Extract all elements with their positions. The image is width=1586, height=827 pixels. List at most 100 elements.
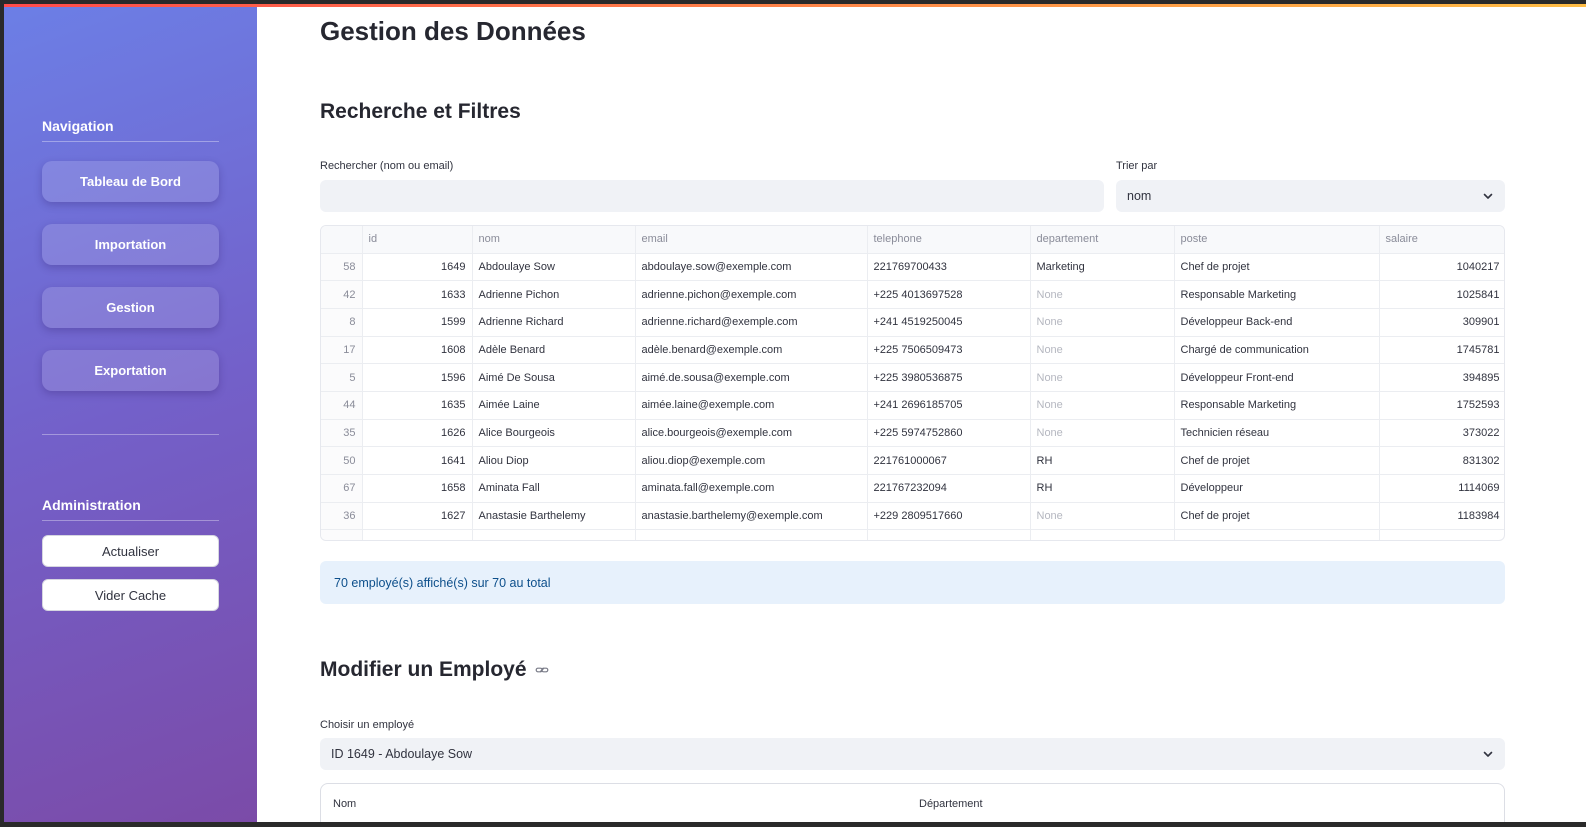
table-cell-poste: Responsable Marketing — [1174, 280, 1380, 309]
table-cell-telephone: 221761000067 — [867, 446, 1031, 475]
table-cell-id: 1626 — [362, 419, 473, 448]
table-row[interactable]: 58 1649 Abdoulaye Sow abdoulaye.sow@exemple… — [321, 253, 1504, 282]
sort-label: Trier par — [1116, 160, 1158, 172]
column-header-salaire[interactable]: salaire — [1379, 226, 1504, 254]
table-cell-id — [362, 529, 473, 540]
table-row[interactable]: 42 1633 Adrienne Pichon adrienne.pichon@exe… — [321, 280, 1504, 309]
edit-employee-form: Nom Département — [320, 783, 1505, 822]
table-cell-salaire: 831302 — [1379, 446, 1504, 475]
table-row[interactable]: 67 1658 Aminata Fall aminata.fall@exemple.c… — [321, 474, 1504, 503]
table-cell-index: 44 — [321, 391, 363, 420]
table-cell-email: adèle.benard@exemple.com — [635, 336, 868, 365]
table-cell-email — [635, 529, 868, 540]
table-cell-poste: Chef de projet — [1174, 446, 1380, 475]
table-cell-telephone: +241 4519250045 — [867, 308, 1031, 337]
table-cell-nom: Abdoulaye Sow — [472, 253, 636, 282]
table-row[interactable]: 50 1641 Aliou Diop aliou.diop@exemple.com 22… — [321, 446, 1504, 475]
table-cell-email: alice.bourgeois@exemple.com — [635, 419, 868, 448]
search-section-title-text: Recherche et Filtres — [320, 100, 521, 123]
table-cell-poste: Développeur Front-end — [1174, 363, 1380, 392]
table-cell-poste — [1174, 529, 1380, 540]
top-decoration-bar — [4, 4, 1586, 7]
sort-select[interactable]: nom — [1116, 180, 1505, 212]
table-cell-departement: None — [1030, 336, 1175, 365]
table-cell-departement: None — [1030, 391, 1175, 420]
choose-employee-value: ID 1649 - Abdoulaye Sow — [331, 747, 473, 761]
table-cell-salaire: 1025841 — [1379, 280, 1504, 309]
info-message: 70 employé(s) affiché(s) sur 70 au total — [320, 561, 1505, 604]
table-cell-nom: Aimé De Sousa — [472, 363, 636, 392]
table-cell-salaire: 1040217 — [1379, 253, 1504, 282]
form-label-nom: Nom — [333, 798, 357, 810]
nav-gestion-button[interactable]: Gestion — [42, 287, 219, 328]
table-cell-telephone: +225 4013697528 — [867, 280, 1031, 309]
table-cell-telephone: 221769700433 — [867, 253, 1031, 282]
table-cell-index: 5 — [321, 363, 363, 392]
table-cell-nom: Adrienne Pichon — [472, 280, 636, 309]
column-header-poste[interactable]: poste — [1174, 226, 1380, 254]
table-cell-salaire — [1379, 529, 1504, 540]
column-header-email[interactable]: email — [635, 226, 868, 254]
column-header-index[interactable] — [321, 226, 363, 254]
page-title: Gestion des Données — [320, 16, 586, 46]
table-cell-departement: RH — [1030, 474, 1175, 503]
sort-select-value: nom — [1127, 189, 1152, 203]
table-cell-salaire: 309901 — [1379, 308, 1504, 337]
table-row[interactable]: 8 1599 Adrienne Richard adrienne.richard@ex… — [321, 308, 1504, 337]
table-cell-id: 1608 — [362, 336, 473, 365]
chevron-down-icon — [1483, 751, 1493, 757]
nav-tableau-de-bord-button[interactable]: Tableau de Bord — [42, 161, 219, 202]
nav-importation-button[interactable]: Importation — [42, 224, 219, 265]
table-cell-salaire: 373022 — [1379, 419, 1504, 448]
table-cell-departement: None — [1030, 280, 1175, 309]
main-content: Gestion des Données Recherche et Filtres… — [320, 4, 1505, 822]
table-cell-departement: RH — [1030, 446, 1175, 475]
choose-employee-select[interactable]: ID 1649 - Abdoulaye Sow — [320, 738, 1505, 770]
table-header-row: id nom email telephone departement poste salai… — [321, 226, 1504, 254]
table-cell-email: aliou.diop@exemple.com — [635, 446, 868, 475]
table-cell-id: 1635 — [362, 391, 473, 420]
table-cell-index: 8 — [321, 308, 363, 337]
table-row[interactable]: 5 1596 Aimé De Sousa aimé.de.sousa@exemple.… — [321, 363, 1504, 392]
table-cell-salaire: 1114069 — [1379, 474, 1504, 503]
table-cell-nom: Aminata Fall — [472, 474, 636, 503]
actualiser-button[interactable]: Actualiser — [42, 535, 219, 567]
navigation-heading: Navigation — [42, 118, 219, 142]
table-cell-index: 58 — [321, 253, 363, 282]
employee-table[interactable]: id nom email telephone departement poste salai… — [320, 225, 1505, 541]
table-row[interactable]: 17 1608 Adèle Benard adèle.benard@exemple.c… — [321, 336, 1504, 365]
table-cell-nom: Adrienne Richard — [472, 308, 636, 337]
table-cell-email: aimé.de.sousa@exemple.com — [635, 363, 868, 392]
administration-heading: Administration — [42, 497, 219, 521]
table-cell-nom: Anastasie Barthelemy — [472, 502, 636, 531]
edit-section-title-text: Modifier un Employé — [320, 658, 527, 681]
table-cell-poste: Chef de projet — [1174, 502, 1380, 531]
table-cell-poste: Technicien réseau — [1174, 419, 1380, 448]
chevron-down-icon — [1483, 193, 1493, 199]
table-row[interactable]: 44 1635 Aimée Laine aimée.laine@exemple.com… — [321, 391, 1504, 420]
table-cell-index: 17 — [321, 336, 363, 365]
table-cell-departement: Marketing — [1030, 253, 1175, 282]
column-header-id[interactable]: id — [362, 226, 473, 254]
column-header-telephone[interactable]: telephone — [867, 226, 1031, 254]
table-cell-telephone: +225 3980536875 — [867, 363, 1031, 392]
table-cell-id: 1599 — [362, 308, 473, 337]
column-header-nom[interactable]: nom — [472, 226, 636, 254]
table-cell-nom — [472, 529, 636, 540]
sidebar: Navigation Tableau de Bord Importation G… — [4, 4, 257, 822]
table-row[interactable]: 36 1627 Anastasie Barthelemy anastasie.bart… — [321, 502, 1504, 531]
table-cell-telephone: +225 7506509473 — [867, 336, 1031, 365]
table-cell-departement — [1030, 529, 1175, 540]
vider-cache-button[interactable]: Vider Cache — [42, 579, 219, 611]
link-icon[interactable] — [535, 663, 549, 677]
table-cell-email: adrienne.richard@exemple.com — [635, 308, 868, 337]
column-header-departement[interactable]: departement — [1030, 226, 1175, 254]
table-row[interactable]: 35 1626 Alice Bourgeois alice.bourgeois@exe… — [321, 419, 1504, 448]
table-row[interactable] — [321, 529, 1504, 540]
table-cell-nom: Aliou Diop — [472, 446, 636, 475]
table-cell-departement: None — [1030, 363, 1175, 392]
search-input[interactable] — [320, 180, 1104, 212]
nav-exportation-button[interactable]: Exportation — [42, 350, 219, 391]
table-cell-telephone: +229 2809517660 — [867, 502, 1031, 531]
app-window: Navigation Tableau de Bord Importation G… — [4, 4, 1586, 822]
